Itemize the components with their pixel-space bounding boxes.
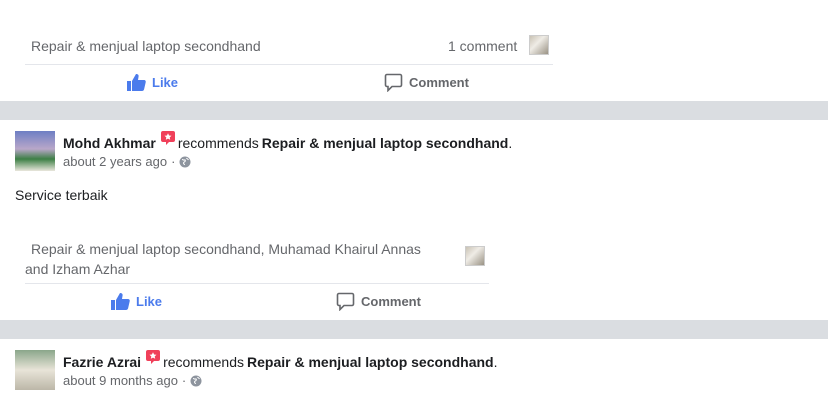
thumbs-up-icon — [127, 74, 146, 91]
comment-icon — [336, 292, 355, 311]
post1-comment-count[interactable]: 1 comment — [448, 36, 517, 56]
post2-comment-button[interactable]: Comment — [336, 292, 421, 311]
separator-dot: · — [181, 373, 187, 388]
likers-line-1: Repair & menjual laptop secondhand, Muha… — [31, 241, 421, 257]
recommends-text: recommends — [163, 354, 244, 370]
like-label: Like — [152, 74, 179, 90]
period: . — [508, 135, 513, 151]
avatar[interactable] — [15, 350, 55, 390]
post2-header: Mohd Akhmar recommends Repair & menjual … — [63, 131, 513, 152]
author-name[interactable]: Fazrie Azrai — [63, 353, 141, 371]
post3-meta: about 9 months ago · — [63, 372, 202, 390]
post3-header: Fazrie Azrai recommends Repair & menjual… — [63, 350, 498, 371]
commenter-avatar[interactable] — [529, 35, 549, 55]
post2-likers[interactable]: Repair & menjual laptop secondhand, Muha… — [25, 239, 455, 279]
feed-divider — [0, 320, 828, 339]
globe-icon[interactable] — [190, 375, 202, 387]
recommended-page[interactable]: Repair & menjual laptop secondhand — [247, 353, 494, 371]
comment-icon — [384, 73, 403, 92]
recommend-badge-icon — [146, 350, 161, 364]
avatar[interactable] — [15, 131, 55, 171]
recommended-page[interactable]: Repair & menjual laptop secondhand — [262, 134, 509, 152]
post1-page-name[interactable]: Repair & menjual laptop secondhand — [31, 36, 261, 56]
likers-line-2: and Izham Azhar — [25, 261, 131, 277]
globe-icon[interactable] — [179, 156, 191, 168]
post-body: Service terbaik — [15, 187, 108, 203]
recommends-text: recommends — [177, 135, 259, 151]
separator-dot: · — [171, 154, 176, 169]
timestamp[interactable]: about 9 months ago — [63, 372, 178, 390]
feed-divider — [0, 101, 828, 120]
recommend-badge-icon — [160, 131, 175, 145]
author-name[interactable]: Mohd Akhmar — [63, 134, 156, 152]
like-label: Like — [136, 293, 163, 309]
post1-separator — [25, 64, 553, 65]
thumbs-up-icon — [111, 293, 130, 310]
post1-comment-button[interactable]: Comment — [384, 73, 469, 92]
period: . — [493, 354, 498, 370]
comment-label: Comment — [361, 294, 421, 309]
commenter-avatar[interactable] — [465, 246, 485, 266]
post2-meta: about 2 years ago · — [63, 153, 191, 171]
comment-label: Comment — [409, 75, 469, 90]
post2-like-button[interactable]: Like — [110, 292, 162, 310]
post2-separator — [25, 283, 489, 284]
post1-like-button[interactable]: Like — [126, 73, 178, 91]
timestamp[interactable]: about 2 years ago — [63, 153, 167, 171]
